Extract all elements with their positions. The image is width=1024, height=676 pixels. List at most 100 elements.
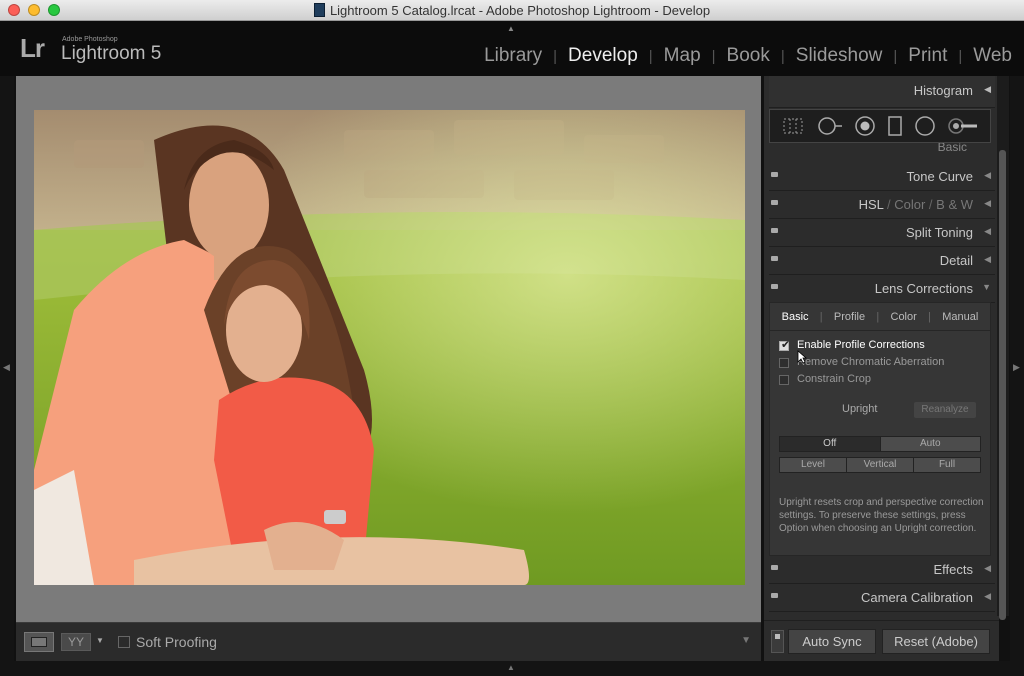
- tab-separator: |: [928, 310, 931, 323]
- hsl-header[interactable]: HSL / Color / B & W ◀: [769, 191, 995, 219]
- upright-help-text: Upright resets crop and perspective corr…: [779, 497, 984, 534]
- before-after-button[interactable]: YY: [61, 633, 91, 651]
- filmstrip-edge[interactable]: ▲: [0, 661, 1024, 676]
- panel-switch-icon[interactable]: [771, 593, 778, 598]
- split-toning-header[interactable]: Split Toning ◀: [769, 219, 995, 247]
- soft-proofing-checkbox[interactable]: [118, 636, 130, 648]
- tab-separator: |: [819, 310, 823, 323]
- panel-collapse-icon: ◀: [984, 84, 991, 94]
- module-web[interactable]: Web: [962, 45, 1012, 67]
- mouse-pointer-icon: [797, 350, 807, 364]
- constrain-crop-label: Constrain Crop: [797, 373, 871, 385]
- camera-calibration-title: Camera Calibration: [861, 590, 973, 605]
- basic-header[interactable]: Basic: [769, 143, 991, 153]
- tone-curve-header[interactable]: Tone Curve ◀: [769, 163, 995, 191]
- lens-corrections-panel: Basic | Profile | Color | Manual ✔ Enable P…: [769, 302, 991, 556]
- sync-bar: Auto Sync Reset (Adobe): [764, 620, 999, 661]
- upright-full-button[interactable]: Full: [914, 458, 980, 472]
- upright-off-button[interactable]: Off: [780, 437, 881, 451]
- window-titlebar: Lightroom 5 Catalog.lrcat - Adobe Photos…: [0, 0, 1024, 21]
- detail-title: Detail: [939, 253, 973, 268]
- graduated-filter-icon[interactable]: [886, 115, 904, 137]
- panel-expand-icon: ◀: [984, 563, 991, 573]
- reanalyze-button[interactable]: Reanalyze: [914, 402, 976, 418]
- enable-profile-corrections-label: Enable Profile Corrections: [797, 339, 925, 351]
- panel-switch-icon[interactable]: [771, 256, 778, 261]
- top-panel-toggle-icon[interactable]: ▲: [507, 24, 515, 33]
- red-eye-icon[interactable]: [854, 115, 876, 137]
- module-book[interactable]: Book: [716, 45, 781, 67]
- identity-plate-header: ▲ Lr Adobe Photoshop Lightroom 5 Library…: [0, 21, 1024, 76]
- remove-ca-checkbox[interactable]: [779, 358, 789, 368]
- right-panel-toggle-icon[interactable]: ▶: [1013, 362, 1020, 373]
- panel-switch-icon[interactable]: [771, 284, 778, 289]
- checkmark-icon: ✔: [781, 339, 791, 351]
- hsl-tab[interactable]: HSL: [859, 197, 884, 212]
- split-toning-title: Split Toning: [906, 225, 973, 240]
- vendor-label: Adobe Photoshop: [62, 36, 118, 43]
- left-panel-toggle-icon[interactable]: ◀: [3, 362, 10, 373]
- panel-expand-icon: ◀: [984, 170, 991, 180]
- hsl-title: HSL / Color / B & W: [858, 197, 973, 212]
- panel-switch-icon[interactable]: [771, 565, 778, 570]
- radial-filter-icon[interactable]: [914, 115, 936, 137]
- module-library[interactable]: Library: [473, 45, 553, 67]
- histogram-header[interactable]: Histogram ◀: [769, 76, 995, 108]
- toolbar-content-menu-icon[interactable]: ▼: [741, 635, 751, 646]
- remove-ca-label: Remove Chromatic Aberration: [797, 356, 945, 368]
- photo-preview[interactable]: [34, 110, 745, 585]
- detail-header[interactable]: Detail ◀: [769, 247, 995, 275]
- product-name: Lightroom 5: [61, 43, 162, 64]
- loupe-view-button[interactable]: [24, 632, 54, 652]
- lens-corrections-title: Lens Corrections: [874, 281, 973, 296]
- before-after-dropdown-icon[interactable]: ▼: [96, 636, 104, 645]
- adjustment-brush-icon[interactable]: [947, 116, 979, 136]
- panel-scrollbar-thumb[interactable]: [999, 150, 1006, 620]
- loupe-view-icon: [31, 637, 47, 647]
- effects-title: Effects: [933, 562, 973, 577]
- effects-header[interactable]: Effects ◀: [769, 556, 995, 584]
- panel-switch-icon[interactable]: [771, 200, 778, 205]
- tone-curve-title: Tone Curve: [906, 169, 973, 184]
- tab-color[interactable]: Color: [891, 311, 917, 323]
- reset-button[interactable]: Reset (Adobe): [882, 629, 990, 654]
- develop-toolbar: YY ▼ Soft Proofing ▼: [16, 622, 761, 661]
- soft-proofing-label: Soft Proofing: [136, 634, 217, 650]
- spot-removal-icon[interactable]: [815, 116, 843, 136]
- tool-strip: [769, 109, 991, 143]
- bottom-panel-toggle-icon[interactable]: ▲: [507, 663, 515, 672]
- tab-profile[interactable]: Profile: [834, 311, 865, 323]
- upright-auto-button[interactable]: Auto: [880, 437, 980, 451]
- enable-profile-corrections-checkbox[interactable]: ✔: [779, 339, 791, 351]
- module-slideshow[interactable]: Slideshow: [785, 45, 894, 67]
- tab-separator: |: [876, 310, 880, 323]
- auto-sync-button[interactable]: Auto Sync: [788, 629, 876, 654]
- panel-switch-icon[interactable]: [771, 228, 778, 233]
- panel-expand-icon: ◀: [984, 254, 991, 264]
- module-print[interactable]: Print: [897, 45, 958, 67]
- upright-mode-row-1: Off Auto: [779, 436, 981, 452]
- upright-level-button[interactable]: Level: [780, 458, 847, 472]
- catalog-file-icon: [313, 3, 325, 17]
- auto-sync-toggle[interactable]: [771, 630, 784, 653]
- lens-corrections-tabs: Basic | Profile | Color | Manual: [770, 303, 990, 331]
- tab-manual[interactable]: Manual: [942, 311, 978, 323]
- constrain-crop-checkbox[interactable]: [779, 375, 789, 385]
- panel-switch-icon[interactable]: [771, 172, 778, 177]
- toggle-switch-icon: [775, 634, 780, 639]
- lens-corrections-header[interactable]: Lens Corrections ▼: [769, 275, 995, 303]
- basic-title: Basic: [937, 143, 967, 153]
- crop-overlay-icon[interactable]: [781, 116, 805, 136]
- upright-label: Upright: [842, 403, 878, 415]
- upright-mode-row-2: Level Vertical Full: [779, 457, 981, 473]
- tab-basic[interactable]: Basic: [782, 311, 809, 323]
- upright-vertical-button[interactable]: Vertical: [847, 458, 914, 472]
- window-title: Lightroom 5 Catalog.lrcat - Adobe Photos…: [329, 3, 711, 18]
- bw-tab[interactable]: B & W: [936, 197, 973, 212]
- lightroom-logo: Lr: [20, 33, 45, 63]
- window-title-wrap: Lightroom 5 Catalog.lrcat - Adobe Photos…: [0, 3, 1024, 18]
- module-map[interactable]: Map: [653, 45, 712, 67]
- module-develop[interactable]: Develop: [557, 45, 649, 67]
- color-tab[interactable]: Color: [894, 197, 925, 212]
- camera-calibration-header[interactable]: Camera Calibration ◀: [769, 584, 995, 612]
